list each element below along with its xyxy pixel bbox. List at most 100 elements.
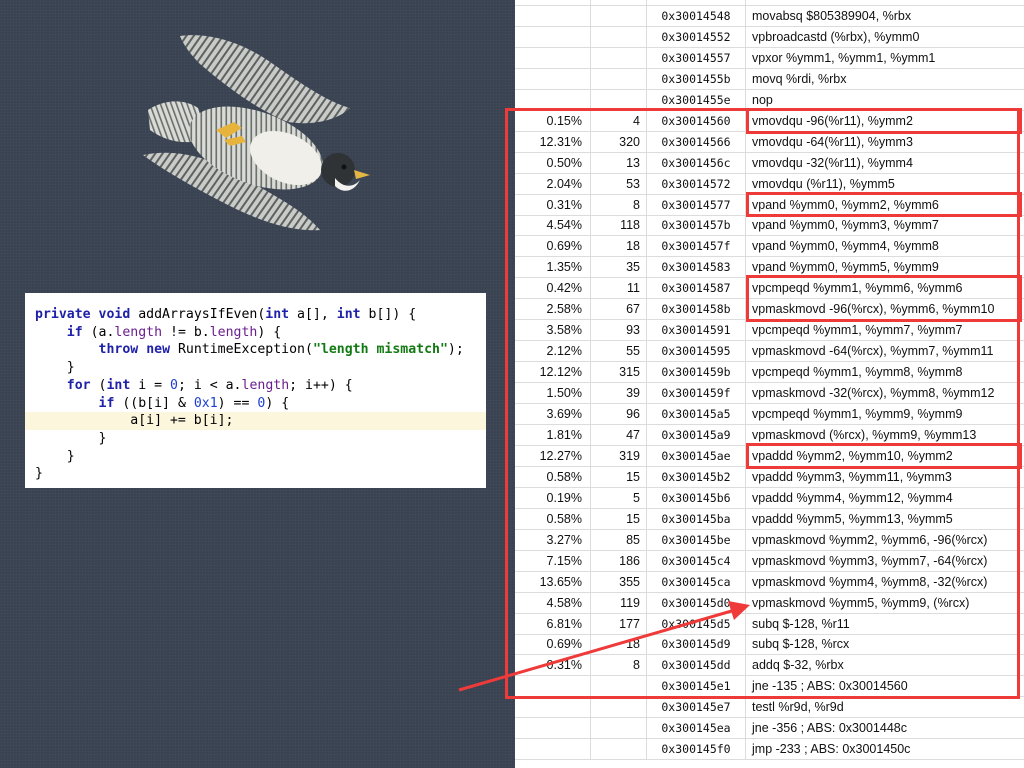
percent-cell: 0.31% [515, 655, 591, 677]
instruction-cell: movq %rdi, %rbx [752, 71, 847, 86]
table-row[interactable]: 12.31% 320 0x30014566 vmovdqu -64(%r11), %y… [515, 131, 1024, 153]
instruction-cell: jne -356 ; ABS: 0x3001448c [752, 721, 907, 736]
samples-cell: 13 [591, 152, 647, 174]
address-cell: 0x30014577 [647, 194, 746, 216]
table-row[interactable]: 0.42% 11 0x30014587 vpcmpeqd %ymm1, %ymm6, … [515, 278, 1024, 300]
percent-cell: 7.15% [515, 550, 591, 572]
code-token: private [35, 307, 91, 322]
code-token: ) { [257, 324, 282, 340]
samples-cell [591, 697, 647, 719]
address-cell: 0x300145b6 [647, 487, 746, 509]
table-row[interactable]: 0x30014548 movabsq $805389904, %rbx [515, 5, 1024, 27]
percent-cell: 0.50% [515, 152, 591, 174]
table-row[interactable]: 2.12% 55 0x30014595 vpmaskmovd -64(%rcx), %… [515, 341, 1024, 363]
samples-cell: 355 [591, 571, 647, 593]
samples-cell: 47 [591, 424, 647, 446]
percent-cell: 2.04% [515, 173, 591, 195]
instruction-cell: vpmaskmovd %ymm3, %ymm7, -64(%rcx) [752, 553, 988, 568]
percent-cell: 13.65% [515, 571, 591, 593]
samples-cell: 18 [591, 634, 647, 656]
code-token: ( [90, 377, 107, 393]
percent-cell [515, 697, 591, 719]
code-token: ) { [265, 395, 290, 411]
percent-cell: 12.31% [515, 131, 591, 153]
samples-cell: 5 [591, 487, 647, 509]
table-row[interactable]: 0x30014557 vpxor %ymm1, %ymm1, %ymm1 [515, 47, 1024, 69]
table-row[interactable]: 12.27% 319 0x300145ae vpaddd %ymm2, %ymm10,… [515, 445, 1024, 467]
instruction-cell: vpand %ymm0, %ymm4, %ymm8 [752, 239, 939, 254]
table-row[interactable]: 1.35% 35 0x30014583 vpand %ymm0, %ymm5, %ym… [515, 257, 1024, 279]
instruction-cell: vpcmpeqd %ymm1, %ymm9, %ymm9 [752, 407, 963, 421]
table-row[interactable]: 2.04% 53 0x30014572 vmovdqu (%r11), %ymm5 [515, 173, 1024, 195]
samples-cell: 18 [591, 236, 647, 258]
table-row[interactable]: 0x3001455e nop [515, 89, 1024, 111]
samples-cell [591, 739, 647, 761]
table-row[interactable]: 0x300145e1 jne -135 ; ABS: 0x30014560 [515, 676, 1024, 698]
code-token: != b. [162, 324, 210, 340]
code-token: a[i] += b[i]; [35, 413, 234, 429]
percent-cell: 6.81% [515, 613, 591, 635]
samples-cell: 177 [591, 613, 647, 635]
address-cell: 0x300145ca [647, 571, 746, 593]
address-cell: 0x300145d9 [647, 634, 746, 656]
table-row[interactable]: 6.81% 177 0x300145d5 subq $-128, %r11 [515, 613, 1024, 635]
table-row[interactable]: 0.31% 8 0x300145dd addq $-32, %rbx [515, 655, 1024, 677]
percent-cell: 0.19% [515, 487, 591, 509]
code-token: throw [98, 342, 139, 358]
percent-cell: 3.27% [515, 529, 591, 551]
samples-cell: 15 [591, 466, 647, 488]
instruction-cell: movabsq $805389904, %rbx [752, 8, 912, 23]
instruction-cell: vmovdqu (%r11), %ymm5 [752, 176, 895, 191]
instruction-cell: vpmaskmovd -96(%rcx), %ymm6, %ymm10 [752, 302, 995, 317]
table-row[interactable]: 0.31% 8 0x30014577 vpand %ymm0, %ymm2, %ymm… [515, 194, 1024, 216]
table-row[interactable]: 0.58% 15 0x300145ba vpaddd %ymm5, %ymm13, %… [515, 508, 1024, 530]
percent-cell: 1.35% [515, 257, 591, 279]
table-row[interactable]: 12.12% 315 0x3001459b vpcmpeqd %ymm1, %ymm8… [515, 362, 1024, 384]
table-row[interactable]: 3.69% 96 0x300145a5 vpcmpeqd %ymm1, %ymm9, … [515, 404, 1024, 425]
code-line: } [25, 465, 486, 483]
table-row[interactable]: 0.69% 18 0x3001457f vpand %ymm0, %ymm4, %ym… [515, 236, 1024, 258]
percent-cell: 3.69% [515, 404, 591, 425]
table-row[interactable]: 1.50% 39 0x3001459f vpmaskmovd -32(%rcx), %… [515, 383, 1024, 405]
address-cell: 0x300145be [647, 529, 746, 551]
table-row[interactable]: 0.19% 5 0x300145b6 vpaddd %ymm4, %ymm12, %y… [515, 487, 1024, 509]
table-row[interactable]: 0x300145f0 jmp -233 ; ABS: 0x3001450c [515, 739, 1024, 761]
table-row[interactable]: 1.81% 47 0x300145a9 vpmaskmovd (%rcx), %ymm… [515, 424, 1024, 446]
table-row[interactable]: 13.65% 355 0x300145ca vpmaskmovd %ymm4, %ym… [515, 571, 1024, 593]
table-row[interactable]: 0.50% 13 0x3001456c vmovdqu -32(%r11), %ymm… [515, 152, 1024, 174]
table-row[interactable]: 7.15% 186 0x300145c4 vpmaskmovd %ymm3, %ymm… [515, 550, 1024, 572]
code-line: if ((b[i] & 0x1) == 0) { [25, 395, 486, 413]
table-row[interactable]: 0.69% 18 0x300145d9 subq $-128, %rcx [515, 634, 1024, 656]
address-cell: 0x30014587 [647, 278, 746, 300]
instruction-cell: vpcmpeqd %ymm1, %ymm8, %ymm8 [752, 365, 963, 380]
code-token: ) == [217, 395, 258, 411]
percent-cell [515, 89, 591, 111]
instruction-cell: subq $-128, %rcx [752, 637, 850, 652]
table-row[interactable]: 3.58% 93 0x30014591 vpcmpeqd %ymm1, %ymm7, … [515, 320, 1024, 342]
instruction-cell: vpxor %ymm1, %ymm1, %ymm1 [752, 50, 936, 65]
table-row[interactable]: 4.58% 119 0x300145d0 vpmaskmovd %ymm5, %ymm… [515, 592, 1024, 614]
address-cell: 0x300145a5 [647, 404, 746, 425]
table-row[interactable]: 3.27% 85 0x300145be vpmaskmovd %ymm2, %ymm6… [515, 529, 1024, 551]
percent-cell: 0.58% [515, 508, 591, 530]
percent-cell [515, 718, 591, 740]
samples-cell: 85 [591, 529, 647, 551]
percent-cell: 4.54% [515, 215, 591, 237]
table-row[interactable]: 0x30014552 vpbroadcastd (%rbx), %ymm0 [515, 26, 1024, 48]
code-token: "length mismatch" [312, 342, 448, 358]
table-row[interactable]: 2.58% 67 0x3001458b vpmaskmovd -96(%rcx), %… [515, 299, 1024, 321]
table-row[interactable]: 0.15% 4 0x30014560 vmovdqu -96(%r11), %ymm2 [515, 110, 1024, 132]
table-row[interactable]: 4.54% 118 0x3001457b vpand %ymm0, %ymm3, %y… [515, 215, 1024, 237]
table-row[interactable]: 0.58% 15 0x300145b2 vpaddd %ymm3, %ymm11, %… [515, 466, 1024, 488]
instruction-cell: vpand %ymm0, %ymm2, %ymm6 [752, 197, 939, 212]
assembly-table: 0x30014548 movabsq $805389904, %rbx 0x3001… [515, 0, 1024, 768]
code-token: i = [130, 377, 171, 393]
address-cell: 0x300145f0 [647, 739, 746, 761]
table-row[interactable]: 0x300145e7 testl %r9d, %r9d [515, 697, 1024, 719]
percent-cell [515, 26, 591, 48]
table-row[interactable]: 0x300145ea jne -356 ; ABS: 0x3001448c [515, 718, 1024, 740]
table-row[interactable]: 0x3001455b movq %rdi, %rbx [515, 68, 1024, 90]
